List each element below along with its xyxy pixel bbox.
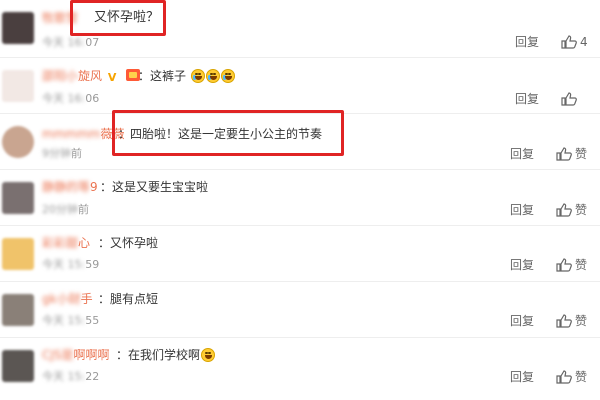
comment-text: ：这裤子	[138, 68, 235, 84]
thumbs-up-icon	[556, 147, 572, 161]
commenter-name[interactable]: mmmmm薇薇	[42, 126, 124, 142]
comment-item: CJS是啊啊啊 ：在我们学校啊 今天 15:22 回复 赞	[0, 338, 600, 400]
avatar[interactable]	[2, 182, 34, 214]
like-button[interactable]: 赞	[556, 370, 587, 384]
like-button[interactable]: 赞	[556, 258, 587, 272]
like-button[interactable]: 赞	[556, 147, 587, 161]
comment-time: 今天 15:22	[42, 370, 100, 383]
comment-item: gk小财手 ：腿有点短 今天 15:55 回复 赞	[0, 282, 600, 338]
comment-text: 又怀孕啦？	[94, 10, 160, 25]
thumbs-up-icon	[556, 314, 572, 328]
reply-button[interactable]: 回复	[510, 203, 534, 217]
reply-button[interactable]: 回复	[515, 35, 539, 49]
reply-button[interactable]: 回复	[510, 147, 534, 161]
commenter-name[interactable]: 静静的等9	[42, 179, 98, 195]
comment-item: 牧歌雪 又怀孕啦？ 今天 16:07 回复 4	[0, 0, 600, 58]
thumbs-up-icon	[561, 92, 577, 106]
avatar[interactable]	[2, 294, 34, 326]
thumbs-up-icon	[556, 203, 572, 217]
like-button[interactable]	[561, 92, 580, 106]
comment-time: 今天 15:59	[42, 258, 100, 271]
avatar[interactable]	[2, 238, 34, 270]
comment-item: 邵阳小旋风 V ：这裤子 今天 16:06 回复	[0, 58, 600, 114]
like-button[interactable]: 4	[561, 35, 588, 49]
v-badge-icon: V	[107, 71, 117, 84]
thumbs-up-icon	[556, 258, 572, 272]
commenter-name-hidden: 牧歌雪	[42, 11, 79, 25]
avatar[interactable]	[2, 70, 34, 102]
reply-button[interactable]: 回复	[510, 258, 534, 272]
comment-text: ：又怀孕啦	[98, 236, 159, 250]
comment-time: 20分钟前	[42, 203, 89, 216]
thumbs-up-icon	[556, 370, 572, 384]
commenter-name[interactable]: 牧歌雪	[42, 10, 78, 26]
comment-feed: 牧歌雪 又怀孕啦？ 今天 16:07 回复 4 邵阳小旋风 V ：这裤子 今天 …	[0, 0, 600, 400]
reply-button[interactable]: 回复	[510, 370, 534, 384]
avatar[interactable]	[2, 126, 34, 158]
comment-text: ：腿有点短	[98, 292, 159, 306]
commenter-name[interactable]: 邵阳小旋风 V	[42, 68, 142, 84]
laughing-tears-emoji	[220, 69, 235, 83]
commenter-name[interactable]: 彩彩甜心	[42, 235, 90, 251]
laughing-tears-emoji	[205, 69, 220, 83]
comment-time: 9分钟前	[42, 147, 82, 160]
grinning-emoji	[201, 348, 216, 362]
comment-time: 今天 16:06	[42, 92, 100, 105]
like-button[interactable]: 赞	[556, 314, 587, 328]
comment-time: 今天 15:55	[42, 314, 100, 327]
reply-button[interactable]: 回复	[515, 92, 539, 106]
comment-text: ：四胎啦！这是一定要生小公主的节奏	[118, 127, 323, 141]
comment-item: 静静的等9 ：这是又要生宝宝啦 20分钟前 回复 赞	[0, 170, 600, 226]
commenter-name[interactable]: CJS是啊啊啊	[42, 347, 110, 363]
avatar[interactable]	[2, 12, 34, 44]
reply-button[interactable]: 回复	[510, 314, 534, 328]
comment-text: ：在我们学校啊	[116, 347, 216, 363]
thumbs-up-icon	[561, 35, 577, 49]
comment-time: 今天 16:07	[42, 36, 100, 49]
commenter-name[interactable]: gk小财手	[42, 291, 93, 307]
comment-text: ：这是又要生宝宝啦	[100, 180, 209, 194]
like-button[interactable]: 赞	[556, 203, 587, 217]
comment-item: 彩彩甜心 ：又怀孕啦 今天 15:59 回复 赞	[0, 226, 600, 282]
avatar[interactable]	[2, 350, 34, 382]
laughing-tears-emoji	[190, 69, 205, 83]
comment-item: mmmmm薇薇 ：四胎啦！这是一定要生小公主的节奏 9分钟前 回复 赞	[0, 114, 600, 170]
